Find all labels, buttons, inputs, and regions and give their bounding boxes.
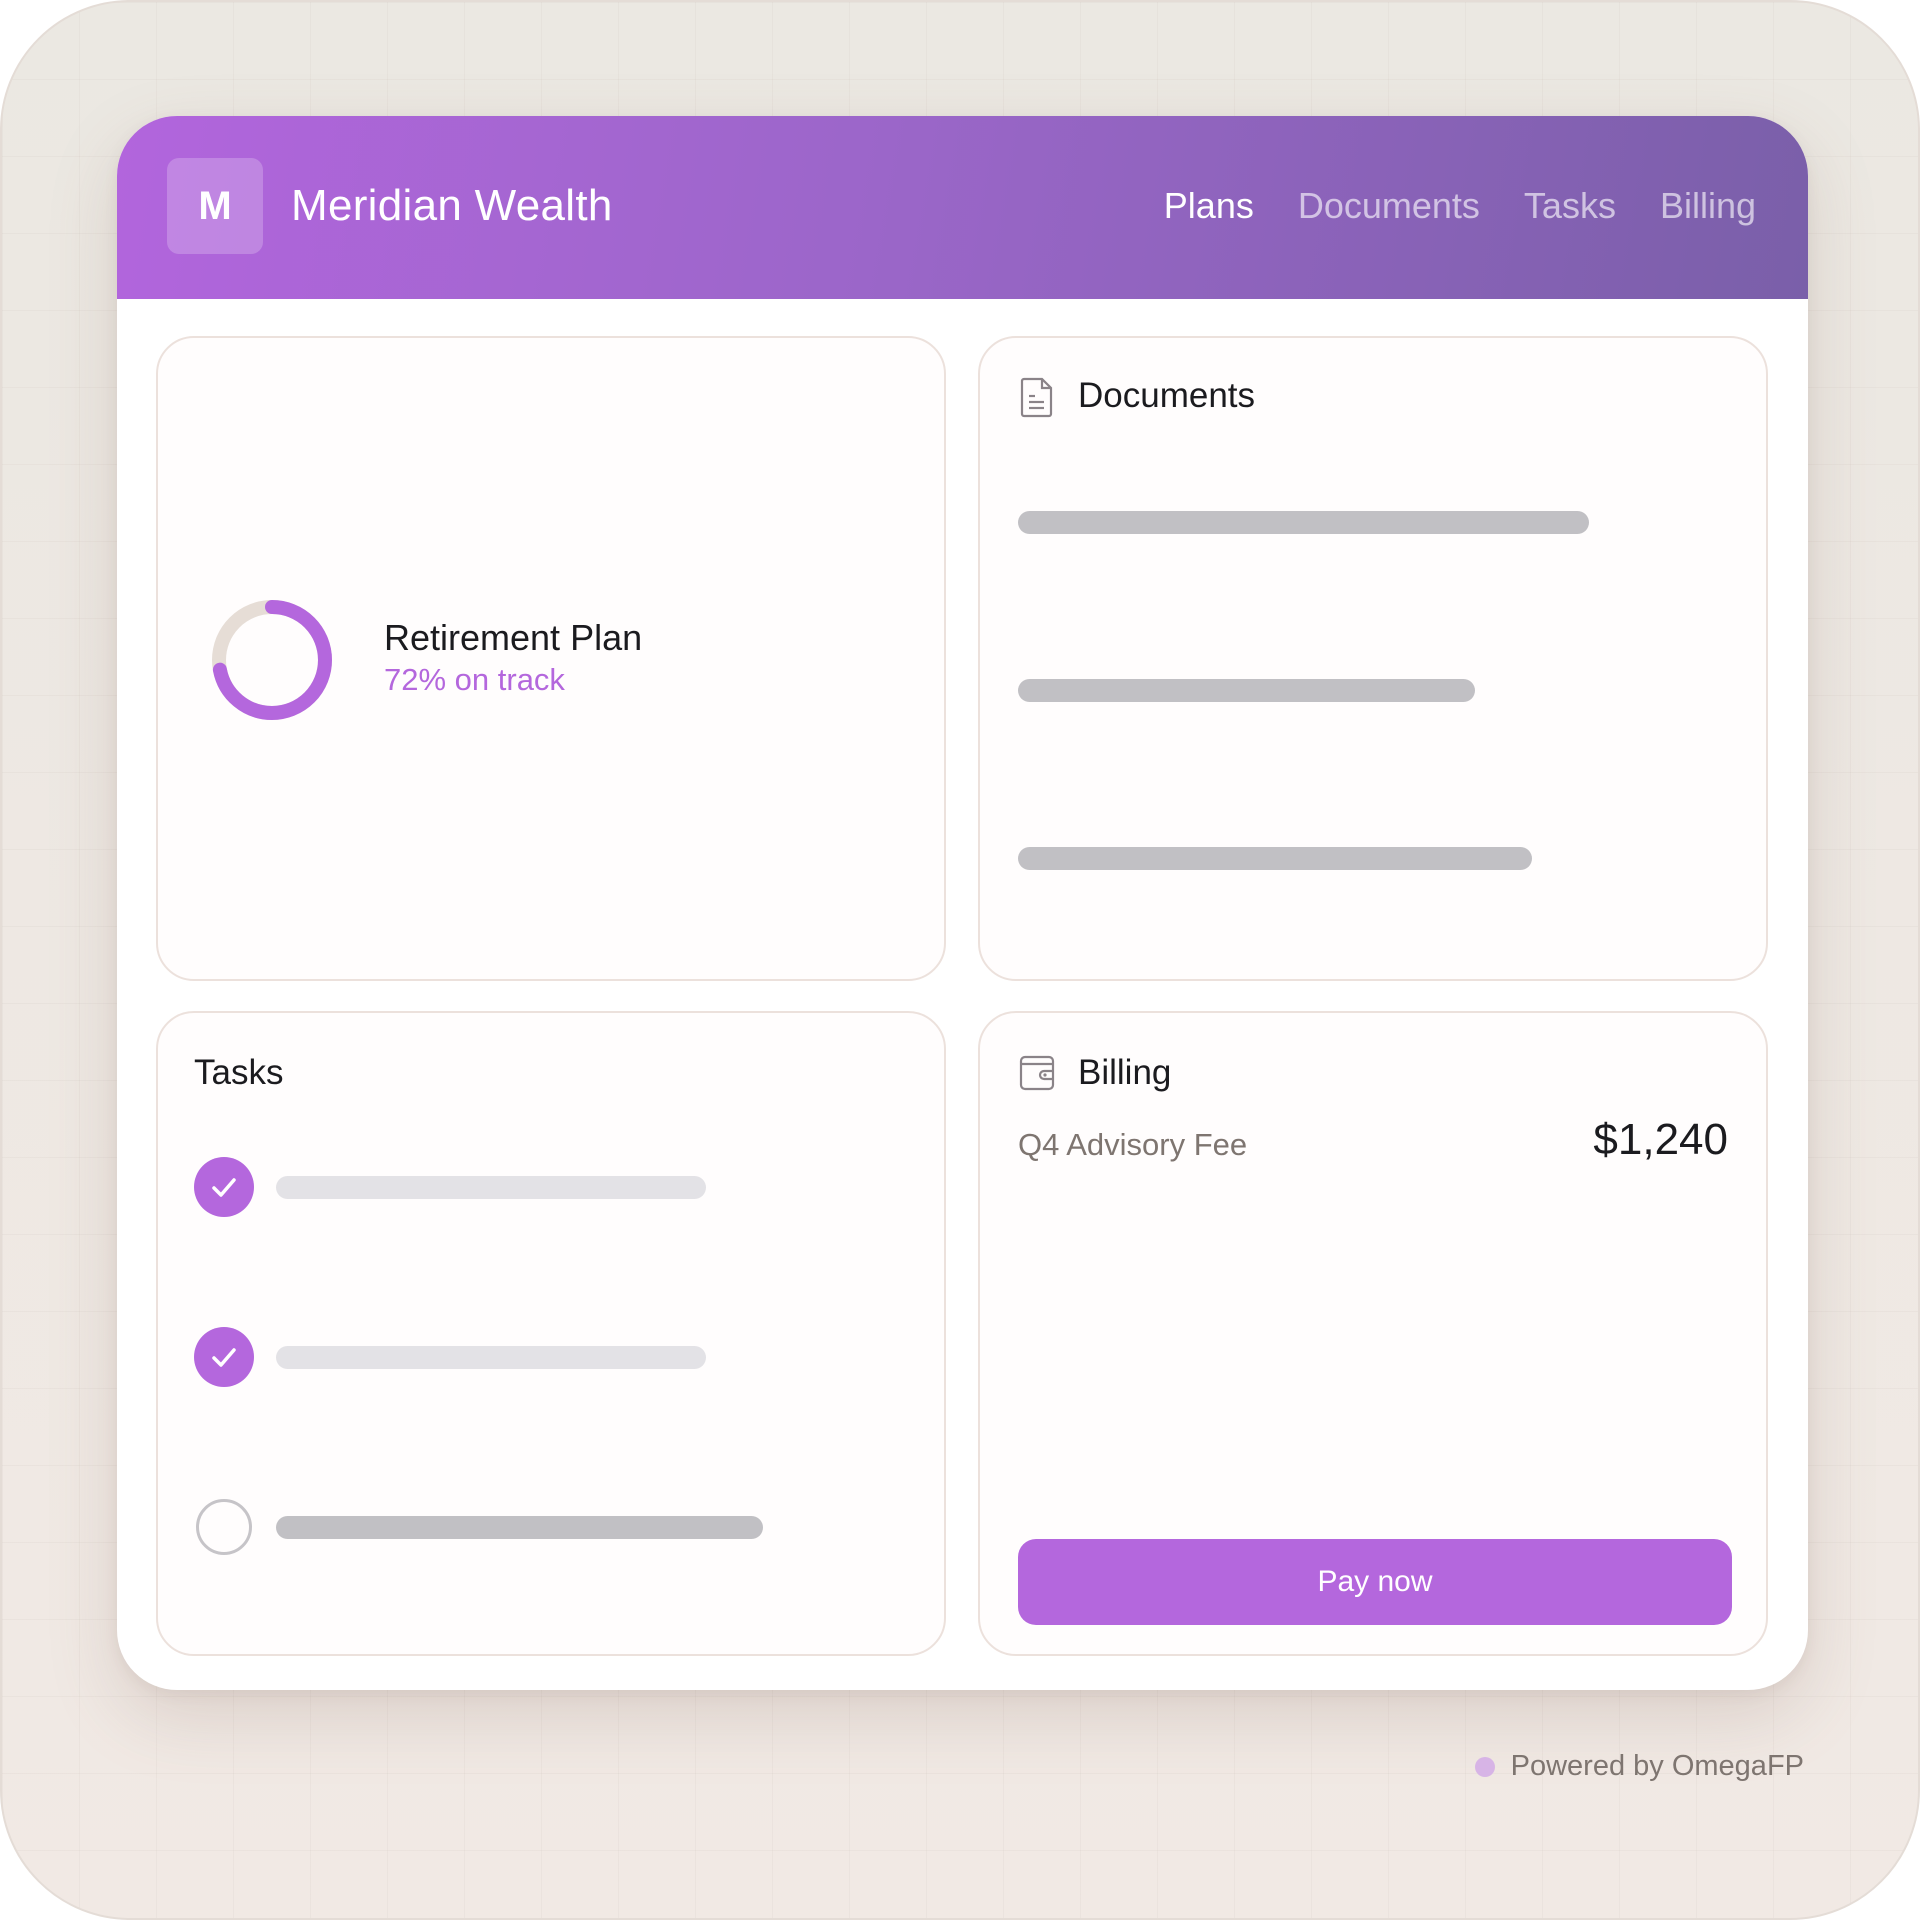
task-checkbox-checked[interactable] xyxy=(194,1327,254,1387)
billing-card[interactable]: Billing Q4 Advisory Fee $1,240 Pay now xyxy=(978,1011,1768,1656)
nav-billing[interactable]: Billing xyxy=(1660,182,1756,230)
check-icon xyxy=(212,1348,236,1367)
document-icon xyxy=(1020,377,1053,418)
fee-amount: $1,240 xyxy=(1593,1115,1728,1164)
task-row xyxy=(276,1346,706,1369)
documents-card[interactable]: Documents xyxy=(978,336,1768,981)
wallet-icon xyxy=(1019,1055,1055,1091)
brand-name: Meridian Wealth xyxy=(291,181,613,230)
main-nav: Plans Documents Tasks Billing xyxy=(1164,182,1756,230)
task-row xyxy=(276,1176,706,1199)
plan-progress-ring xyxy=(212,600,332,720)
retirement-plan-card[interactable]: Retirement Plan 72% on track xyxy=(156,336,946,981)
powered-dot xyxy=(1474,1756,1495,1777)
app-window: M Meridian Wealth Plans Documents Tasks … xyxy=(117,116,1808,1690)
top-bar: M Meridian Wealth Plans Documents Tasks … xyxy=(117,116,1808,299)
powered-by-text: Powered by OmegaFP xyxy=(1510,1750,1804,1782)
documents-title: Documents xyxy=(1078,376,1256,415)
plan-status: 72% on track xyxy=(384,662,565,697)
nav-documents[interactable]: Documents xyxy=(1298,182,1480,230)
tasks-card[interactable]: Tasks xyxy=(156,1011,946,1656)
check-icon xyxy=(212,1178,236,1197)
brand-logo[interactable]: M xyxy=(167,158,263,254)
task-checkbox-unchecked[interactable] xyxy=(196,1499,252,1555)
page-backdrop: M Meridian Wealth Plans Documents Tasks … xyxy=(0,0,1920,1920)
document-row[interactable] xyxy=(1018,847,1532,870)
nav-tasks[interactable]: Tasks xyxy=(1524,182,1616,230)
plan-title: Retirement Plan xyxy=(384,617,643,658)
billing-title: Billing xyxy=(1078,1053,1172,1092)
document-row[interactable] xyxy=(1018,511,1589,534)
fee-label: Q4 Advisory Fee xyxy=(1018,1127,1248,1162)
task-row xyxy=(276,1516,763,1539)
task-checkbox-checked[interactable] xyxy=(194,1157,254,1217)
document-row[interactable] xyxy=(1018,679,1475,702)
tasks-title: Tasks xyxy=(194,1053,284,1092)
nav-plans[interactable]: Plans xyxy=(1164,182,1254,230)
pay-now-button[interactable]: Pay now xyxy=(1018,1539,1732,1625)
powered-by: Powered by OmegaFP xyxy=(1474,1750,1804,1783)
